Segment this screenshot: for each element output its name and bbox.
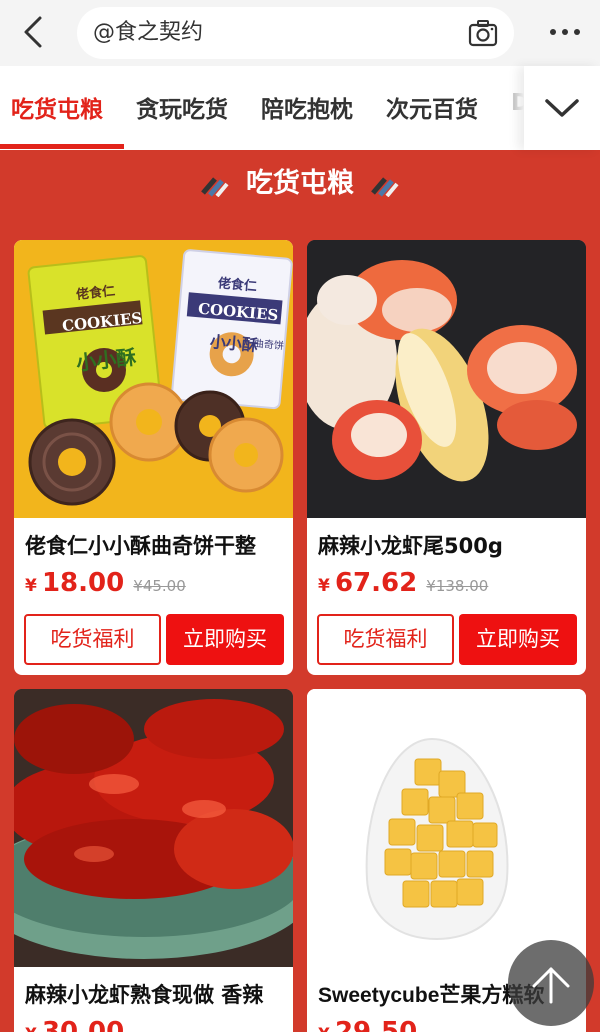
pack-product-label: 小小酥 (209, 331, 259, 356)
original-price: ¥45.00 (133, 577, 186, 595)
product-card[interactable]: 麻辣小龙虾熟食现做 香辣 ¥ 30.00 (14, 689, 293, 1032)
price-row: ¥ 30.00 (25, 1017, 124, 1032)
currency-symbol: ¥ (25, 1025, 37, 1032)
section-title: 吃货屯粮 (246, 168, 354, 199)
currency-symbol: ¥ (318, 576, 330, 596)
tab-expand-button[interactable] (524, 66, 600, 150)
product-image[interactable] (307, 240, 586, 518)
section-header: 吃货屯粮 (0, 164, 600, 204)
price-row: ¥ 18.00 ¥45.00 (25, 568, 186, 598)
active-tab-indicator (0, 144, 124, 149)
product-name[interactable]: 佬食仁小小酥曲奇饼干整 (25, 530, 256, 560)
foodie-welfare-button[interactable]: 吃货福利 (24, 614, 161, 665)
currency-symbol: ¥ (25, 576, 37, 596)
pack-brand: 佬食仁 (75, 283, 116, 303)
camera-icon[interactable] (468, 19, 498, 47)
product-price: 67.62 (334, 568, 418, 598)
buy-now-button[interactable]: 立即购买 (459, 614, 577, 665)
search-query[interactable]: @食之契约 (93, 7, 203, 59)
category-tabs: 吃货屯粮 贪玩吃货 陪吃抱枕 次元百货 D (0, 66, 600, 150)
pack-brand: 佬食仁 (217, 276, 258, 295)
tab-anime-goods[interactable]: 次元百货 (386, 90, 478, 124)
currency-symbol: ¥ (318, 1025, 330, 1032)
buy-now-button[interactable]: 立即购买 (166, 614, 284, 665)
scroll-to-top-button[interactable] (508, 940, 594, 1026)
back-arrow-icon[interactable] (18, 14, 48, 50)
product-price: 18.00 (41, 568, 125, 598)
tab-fade (486, 66, 524, 150)
product-price: 29.50 (334, 1017, 418, 1032)
tab-playful-foodie[interactable]: 贪玩吃货 (136, 90, 228, 124)
product-card[interactable]: 佬食仁 COOKIES 小小酥 佬食仁 COOKIES 小小酥 曲奇饼 佬食仁小… (14, 240, 293, 675)
product-card[interactable]: 麻辣小龙虾尾500g ¥ 67.62 ¥138.00 吃货福利 立即购买 (307, 240, 586, 675)
product-image[interactable]: 佬食仁 COOKIES 小小酥 佬食仁 COOKIES 小小酥 曲奇饼 (14, 240, 293, 518)
tab-pillow[interactable]: 陪吃抱枕 (261, 90, 353, 124)
arrow-up-icon (532, 967, 570, 1004)
price-row: ¥ 29.50 (318, 1017, 417, 1032)
stripe-decoration-icon (371, 177, 399, 197)
product-name[interactable]: 麻辣小龙虾熟食现做 香辣 (25, 979, 263, 1009)
product-name[interactable]: 麻辣小龙虾尾500g (318, 530, 503, 560)
tab-snack-stock[interactable]: 吃货屯粮 (11, 90, 103, 124)
foodie-welfare-button[interactable]: 吃货福利 (317, 614, 454, 665)
search-bar[interactable]: @食之契约 (77, 7, 514, 59)
product-image[interactable] (14, 689, 293, 967)
product-price: 30.00 (41, 1017, 125, 1032)
price-row: ¥ 67.62 ¥138.00 (318, 568, 488, 598)
top-bar: @食之契约 (0, 0, 600, 66)
product-image[interactable] (307, 689, 586, 967)
chevron-down-icon (545, 99, 579, 117)
original-price: ¥138.00 (426, 577, 489, 595)
pack-type-label: 曲奇饼 (253, 338, 285, 353)
more-dots-icon[interactable] (548, 22, 582, 42)
